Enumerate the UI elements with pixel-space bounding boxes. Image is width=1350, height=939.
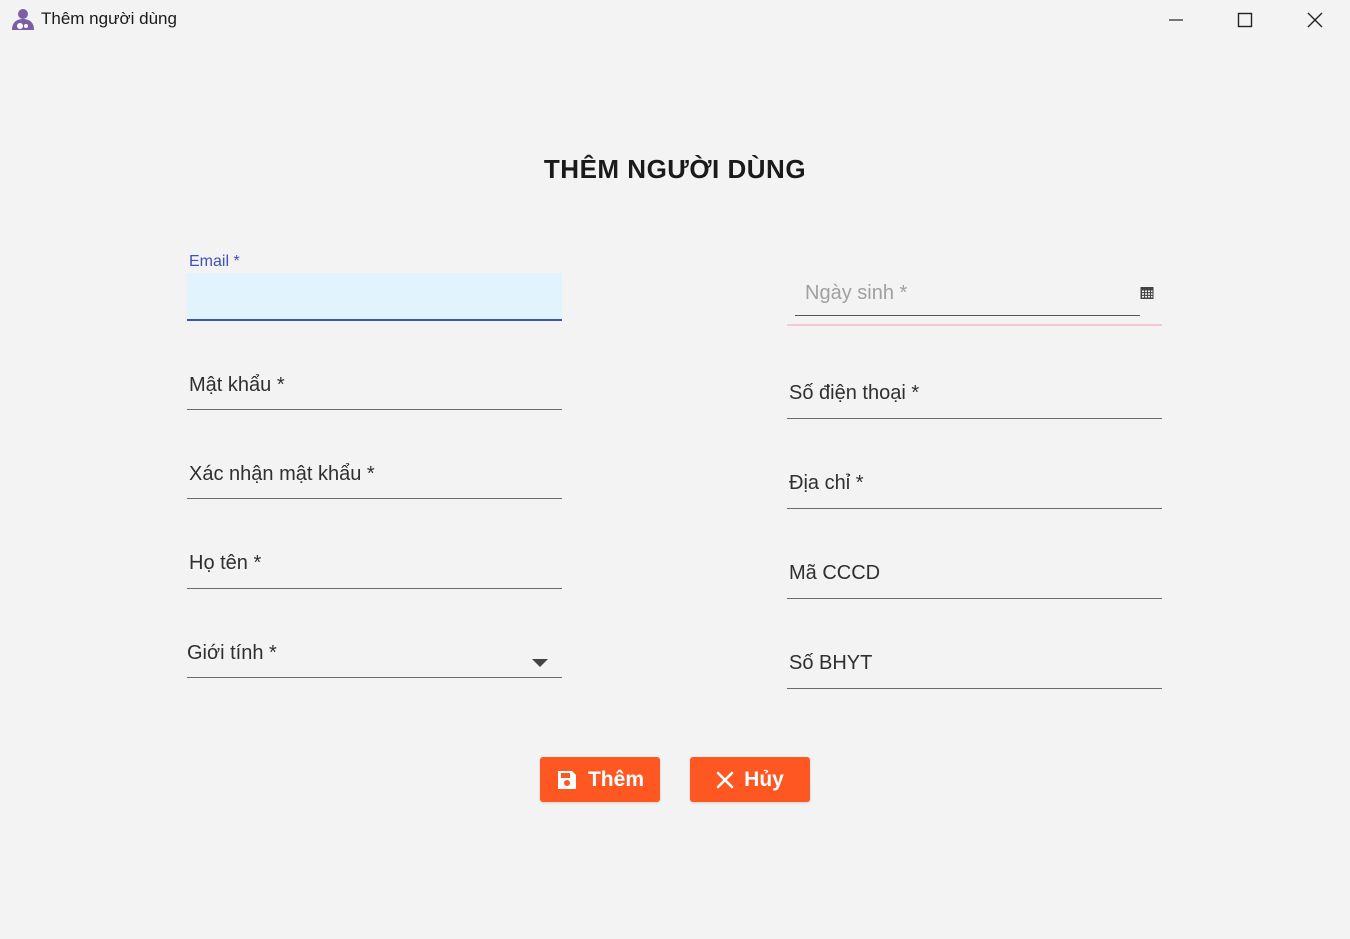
email-underline <box>187 319 562 321</box>
full-name-underline <box>187 588 562 589</box>
cccd-field[interactable]: Mã CCCD <box>787 554 1162 599</box>
phone-field[interactable]: Số điện thoại * <box>787 374 1162 419</box>
close-icon <box>1307 12 1323 28</box>
cccd-underline <box>787 598 1162 599</box>
full-name-field[interactable]: Họ tên * <box>187 544 562 589</box>
maximize-icon <box>1237 12 1253 28</box>
minimize-button[interactable] <box>1141 0 1211 40</box>
bhyt-underline <box>787 688 1162 689</box>
address-label: Địa chỉ * <box>789 472 864 494</box>
maximize-button[interactable] <box>1210 0 1280 40</box>
gender-label: Giới tính * <box>187 642 277 664</box>
add-button-label: Thêm <box>587 767 644 791</box>
chevron-down-icon[interactable] <box>532 659 548 667</box>
close-window-button[interactable] <box>1280 0 1350 40</box>
password-field[interactable]: Mật khẩu * <box>187 366 562 410</box>
phone-label: Số điện thoại * <box>789 382 920 404</box>
password-label: Mật khẩu * <box>189 374 285 396</box>
confirm-password-underline <box>187 498 562 499</box>
email-field[interactable]: Email * <box>187 250 562 321</box>
cancel-button[interactable]: Hủy <box>690 757 810 802</box>
confirm-password-field[interactable]: Xác nhận mật khẩu * <box>187 455 562 499</box>
page-title: THÊM NGƯỜI DÙNG <box>543 154 807 184</box>
user-icon <box>10 7 36 33</box>
address-field[interactable]: Địa chỉ * <box>787 464 1162 509</box>
gender-select[interactable]: Giới tính * <box>187 633 562 678</box>
window-titlebar: Thêm người dùng <box>0 0 1350 40</box>
cccd-label: Mã CCCD <box>789 562 881 584</box>
password-underline <box>187 409 562 410</box>
full-name-label: Họ tên * <box>189 552 262 574</box>
minimize-icon <box>1169 19 1183 21</box>
birth-date-label: Ngày sinh * <box>805 282 908 304</box>
add-button[interactable]: Thêm <box>540 757 660 802</box>
address-underline <box>787 508 1162 509</box>
birth-date-error-underline <box>787 324 1162 326</box>
calendar-icon[interactable] <box>1140 286 1154 300</box>
email-input[interactable] <box>187 273 562 321</box>
confirm-password-label: Xác nhận mật khẩu * <box>189 463 375 485</box>
gender-underline <box>187 677 562 678</box>
cancel-button-label: Hủy <box>744 767 784 791</box>
bhyt-field[interactable]: Số BHYT <box>787 644 1162 689</box>
close-icon <box>716 771 734 788</box>
phone-underline <box>787 418 1162 419</box>
save-icon <box>557 770 576 789</box>
birth-date-field[interactable]: Ngày sinh * <box>787 272 1162 326</box>
birth-date-underline <box>795 315 1140 316</box>
bhyt-label: Số BHYT <box>789 652 873 674</box>
window-title: Thêm người dùng <box>41 9 177 28</box>
email-label: Email * <box>189 253 240 270</box>
